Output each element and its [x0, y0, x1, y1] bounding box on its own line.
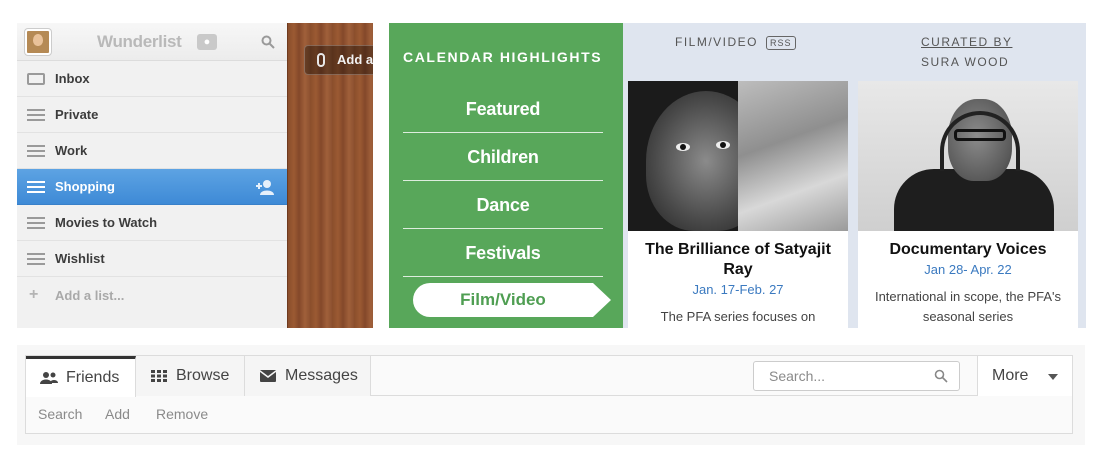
grid-icon — [151, 370, 167, 382]
event-description: The PFA series focuses on — [660, 309, 816, 324]
event-date: Jan 28- Apr. 22 — [924, 262, 1012, 277]
list-item-work[interactable]: Work — [17, 133, 287, 169]
calendar-content: FILM/VIDEO RSS CURATED BY SURA WOOD The B… — [623, 23, 1086, 328]
list-item-inbox[interactable]: Inbox — [17, 61, 287, 97]
tabbar-panel: Friends Browse Messages Search... More S… — [17, 345, 1085, 445]
list-item-label: Shopping — [55, 179, 115, 194]
event-date: Jan. 17-Feb. 27 — [692, 282, 784, 297]
list-icon — [27, 108, 45, 121]
app-title: Wunderlist — [97, 32, 182, 51]
share-list-icon[interactable] — [255, 179, 275, 195]
envelope-icon — [259, 370, 277, 382]
tab-row: Friends Browse Messages Search... More — [26, 356, 1072, 397]
tab-label: Messages — [285, 367, 358, 384]
chevron-down-icon — [1048, 374, 1058, 380]
tab-friends[interactable]: Friends — [26, 356, 136, 397]
list-item-label: Private — [55, 107, 99, 122]
list-item-label: Inbox — [55, 71, 90, 86]
microphone-icon[interactable] — [317, 53, 325, 67]
add-task-label: Add a — [337, 52, 373, 67]
event-photo[interactable] — [628, 81, 848, 231]
tab-messages[interactable]: Messages — [245, 356, 371, 396]
wunderlist-sidebar: Wunderlist ● Inbox Private Work Shopping — [17, 23, 287, 328]
friends-icon — [40, 372, 58, 384]
nav-item-children[interactable]: Children — [403, 133, 603, 181]
more-dropdown[interactable]: More — [977, 356, 1072, 396]
nav-item-featured[interactable]: Featured — [403, 85, 603, 133]
add-list-label: Add a list... — [55, 287, 125, 303]
list-item-label: Movies to Watch — [55, 215, 158, 230]
tab-browse[interactable]: Browse — [136, 356, 245, 396]
action-add[interactable]: Add — [105, 406, 130, 422]
event-card[interactable]: The Brilliance of Satyajit Ray Jan. 17-F… — [628, 81, 848, 328]
calendar-nav: CALENDAR HIGHLIGHTS Featured Children Da… — [389, 23, 623, 328]
section-title: FILM/VIDEO — [675, 35, 759, 49]
list-item-movies[interactable]: Movies to Watch — [17, 205, 287, 241]
list-icon — [27, 252, 45, 265]
list-item-label: Wishlist — [55, 251, 105, 266]
inbox-icon — [27, 72, 45, 85]
nav-item-festivals[interactable]: Festivals — [403, 229, 603, 277]
avatar[interactable] — [25, 28, 51, 55]
tabbar: Friends Browse Messages Search... More S… — [25, 355, 1073, 434]
list-icon — [27, 180, 45, 193]
event-photo[interactable] — [858, 81, 1078, 231]
list-item-wishlist[interactable]: Wishlist — [17, 241, 287, 277]
curator-name: SURA WOOD — [921, 55, 1010, 69]
event-title[interactable]: The Brilliance of Satyajit Ray — [628, 240, 848, 280]
nav-item-dance[interactable]: Dance — [403, 181, 603, 229]
list-item-shopping[interactable]: Shopping — [17, 169, 287, 205]
list-item-label: Work — [55, 143, 88, 158]
curated-by-link[interactable]: CURATED BY — [921, 35, 1012, 49]
tab-label: Browse — [176, 367, 230, 384]
plus-icon: + — [29, 286, 39, 303]
list-icon — [27, 216, 45, 229]
wunderlist-header: Wunderlist ● — [17, 23, 287, 61]
search-input[interactable] — [753, 361, 960, 391]
section-heading: FILM/VIDEO RSS — [675, 35, 796, 50]
add-list-button[interactable]: + Add a list... — [17, 277, 287, 313]
list-icon — [27, 144, 45, 157]
calendar-nav-title: CALENDAR HIGHLIGHTS — [403, 49, 603, 65]
rss-icon[interactable]: RSS — [766, 36, 796, 50]
calendar-panel: CALENDAR HIGHLIGHTS Featured Children Da… — [389, 23, 1086, 328]
event-card[interactable]: Documentary Voices Jan 28- Apr. 22 Inter… — [858, 81, 1078, 328]
more-label: More — [992, 367, 1029, 384]
wunderlist-panel: Wunderlist ● Inbox Private Work Shopping — [17, 23, 373, 328]
action-remove[interactable]: Remove — [156, 406, 208, 422]
search-icon[interactable] — [261, 35, 275, 49]
nav-item-film-video[interactable]: Film/Video — [413, 283, 611, 317]
notification-icon[interactable]: ● — [197, 34, 217, 50]
search-icon[interactable] — [934, 369, 948, 383]
action-search[interactable]: Search — [38, 406, 82, 422]
list-item-private[interactable]: Private — [17, 97, 287, 133]
event-description: International in scope, the PFA's season… — [874, 289, 1062, 324]
add-task-input[interactable]: Add a — [304, 45, 373, 75]
tab-label: Friends — [66, 369, 120, 386]
task-area-background: Add a — [287, 23, 373, 328]
event-title[interactable]: Documentary Voices — [858, 240, 1078, 260]
